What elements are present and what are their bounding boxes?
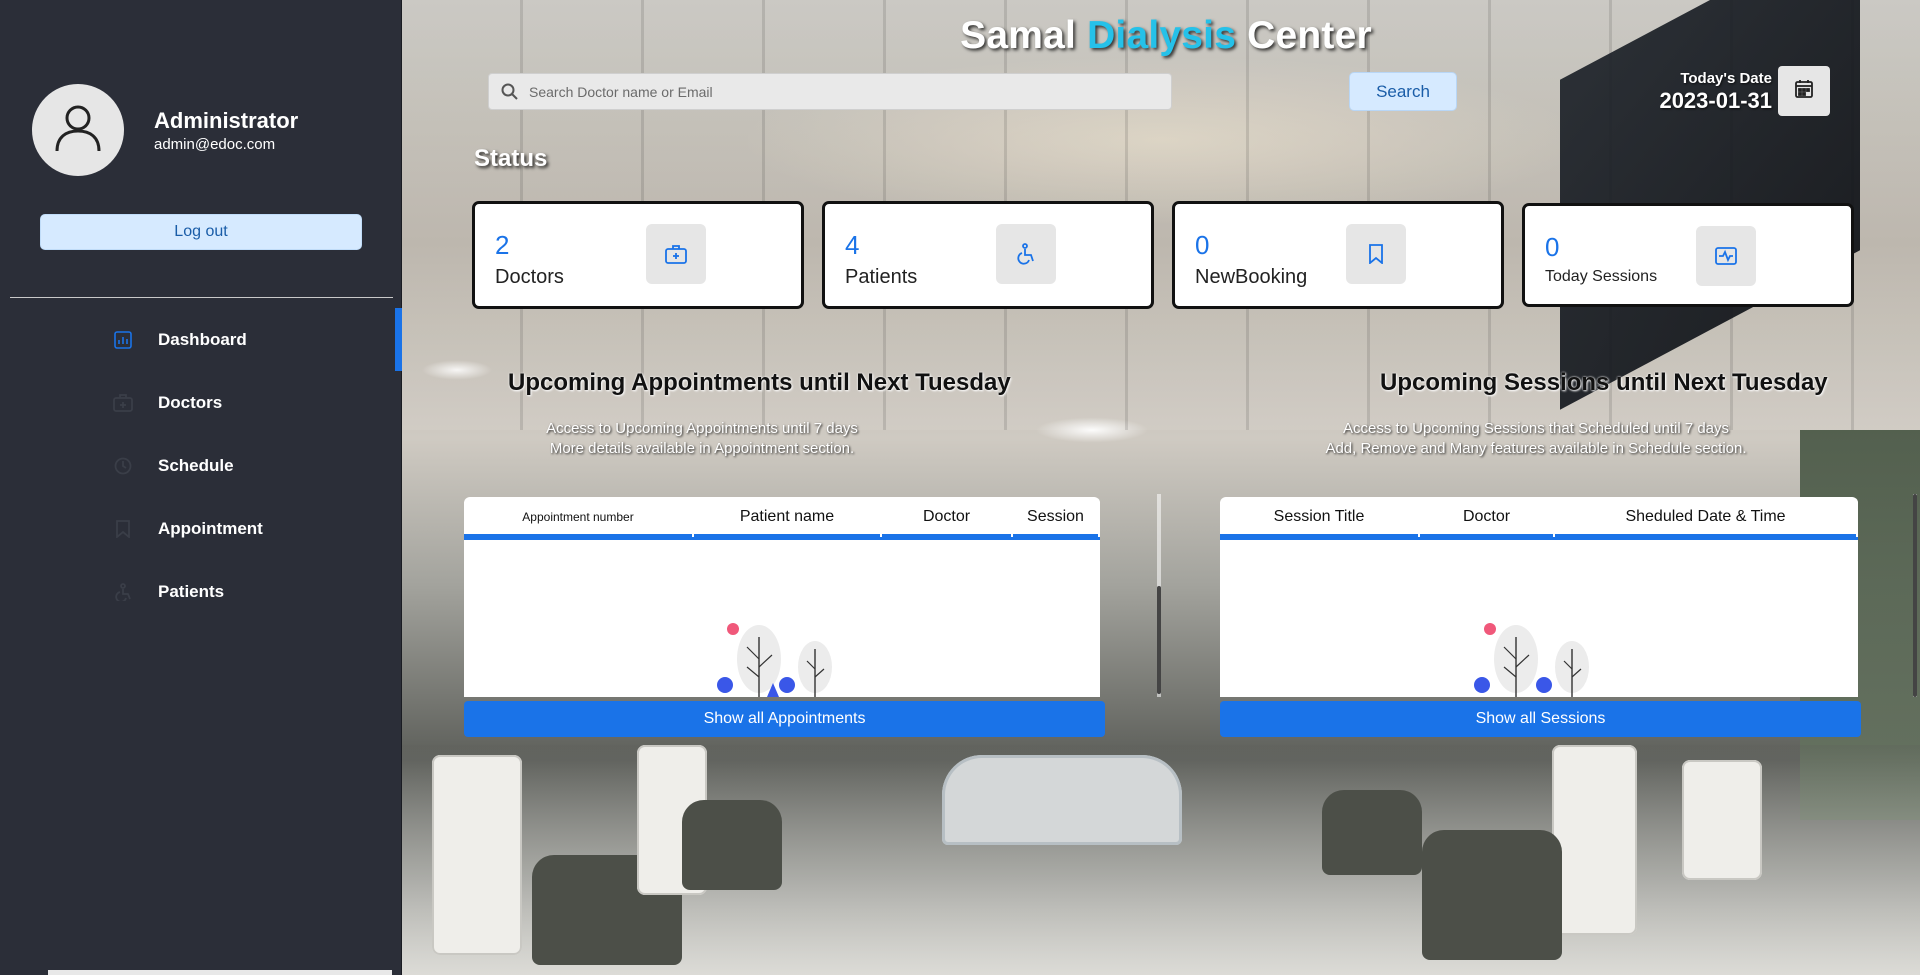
sessions-desc-line: Add, Remove and Many features available … [1325, 440, 1747, 457]
search-input[interactable] [529, 83, 1149, 100]
doctor-icon [112, 392, 134, 414]
stat-value: 0 [1545, 232, 1560, 262]
profile-section: Administrator admin@edoc.com [32, 84, 298, 176]
profile-email: admin@edoc.com [154, 135, 276, 153]
search-icon [489, 83, 529, 100]
background-chair [682, 800, 782, 890]
search-button[interactable]: Search [1349, 72, 1457, 111]
stat-label: Doctors [495, 266, 564, 288]
sidebar-item-dashboard[interactable]: Dashboard [0, 308, 402, 371]
show-all-sessions-button[interactable]: Show all Sessions [1220, 701, 1861, 737]
stat-value: 2 [495, 230, 510, 260]
date-value: 2023-01-31 [1659, 88, 1772, 113]
sidebar-bottom-bar [48, 970, 392, 975]
avatar [32, 84, 124, 176]
profile-name: Administrator [154, 107, 299, 133]
dashboard-icon [112, 329, 134, 351]
brand-title-accent: Dialysis [1087, 14, 1237, 57]
brand-title-part: Center [1236, 14, 1372, 57]
background-chair [1322, 790, 1422, 875]
calendar-button[interactable] [1778, 66, 1830, 116]
sessions-description: Access to Upcoming Sessions that Schedul… [1316, 419, 1756, 459]
sidebar-item-label: Doctors [158, 392, 223, 412]
stat-card-today-sessions: 0 Today Sessions [1522, 203, 1854, 307]
sidebar: Administrator admin@edoc.com Log out Das… [0, 0, 402, 975]
scrollbar-thumb[interactable] [1157, 586, 1161, 694]
stat-label: NewBooking [1195, 266, 1308, 288]
column-header[interactable]: Session [1013, 497, 1100, 537]
stat-card-doctors: 2 Doctors [472, 201, 804, 309]
bookmark-icon [1346, 224, 1406, 284]
session-icon [1696, 226, 1756, 286]
search-bar [488, 73, 1172, 110]
sessions-table-header: Session Title Doctor Sheduled Date & Tim… [1220, 497, 1858, 540]
sessions-desc-line: Access to Upcoming Sessions that Schedul… [1342, 420, 1730, 437]
date-display: Today's Date 2023-01-31 [1652, 70, 1772, 114]
stat-card-newbooking: 0 NewBooking [1172, 201, 1504, 309]
appointments-section-title: Upcoming Appointments until Next Tuesday [508, 369, 1011, 396]
appointments-table-header: Appointment number Patient name Doctor S… [464, 497, 1100, 540]
stat-label: Today Sessions [1545, 268, 1658, 285]
sessions-scrollbar[interactable] [1913, 494, 1917, 697]
schedule-icon [112, 455, 134, 477]
patient-icon [112, 581, 134, 603]
sessions-section-title: Upcoming Sessions until Next Tuesday [1380, 369, 1828, 396]
sidebar-divider [10, 297, 393, 298]
sidebar-item-label: Schedule [158, 455, 234, 475]
active-indicator [395, 308, 402, 371]
background-dialysis-machine [1552, 745, 1637, 935]
stat-card-patients: 4 Patients [822, 201, 1154, 309]
column-header[interactable]: Patient name [694, 497, 882, 537]
column-header[interactable]: Sheduled Date & Time [1555, 497, 1858, 537]
medical-kit-icon [646, 224, 706, 284]
bookmark-icon [112, 518, 134, 540]
logout-button[interactable]: Log out [40, 214, 362, 250]
sidebar-menu: Dashboard Doctors Schedule Appointment P… [0, 308, 402, 623]
sidebar-item-label: Dashboard [158, 329, 247, 349]
sidebar-item-appointment[interactable]: Appointment [0, 497, 402, 560]
date-label: Today's Date [1680, 70, 1772, 87]
calendar-icon [1794, 79, 1814, 104]
brand-title: Samal Dialysis Center [402, 14, 1920, 58]
sidebar-item-label: Appointment [158, 518, 263, 538]
appointments-scrollbar[interactable] [1157, 494, 1161, 697]
stat-value: 4 [845, 230, 860, 260]
wheelchair-icon [996, 224, 1056, 284]
user-icon [54, 103, 102, 158]
appointments-desc-line: More details available in Appointment se… [549, 440, 855, 457]
sidebar-item-schedule[interactable]: Schedule [0, 434, 402, 497]
empty-state-illustration [1474, 619, 1604, 697]
background-dialysis-machine [1682, 760, 1762, 880]
stat-label: Patients [845, 266, 918, 288]
brand-title-part: Samal [960, 14, 1088, 57]
show-all-appointments-button[interactable]: Show all Appointments [464, 701, 1105, 737]
main-content: Samal Dialysis Center Search Today's Dat… [402, 0, 1920, 975]
sessions-table: Session Title Doctor Sheduled Date & Tim… [1220, 497, 1858, 697]
column-header[interactable]: Session Title [1220, 497, 1420, 537]
empty-state-illustration [717, 619, 847, 697]
column-header[interactable]: Doctor [1420, 497, 1555, 537]
appointments-table: Appointment number Patient name Doctor S… [464, 497, 1100, 697]
sidebar-item-label: Patients [158, 581, 225, 601]
stat-value: 0 [1195, 230, 1210, 260]
background-desk [942, 755, 1182, 845]
background-dialysis-machine [432, 755, 522, 955]
sidebar-item-patients[interactable]: Patients [0, 560, 402, 623]
appointments-desc-line: Access to Upcoming Appointments until 7 … [546, 420, 858, 437]
scrollbar-thumb[interactable] [1913, 494, 1917, 697]
sidebar-item-doctors[interactable]: Doctors [0, 371, 402, 434]
column-header[interactable]: Appointment number [464, 497, 694, 537]
status-title: Status [474, 145, 548, 172]
column-header[interactable]: Doctor [882, 497, 1013, 537]
background-chair [1422, 830, 1562, 960]
appointments-description: Access to Upcoming Appointments until 7 … [532, 419, 872, 459]
